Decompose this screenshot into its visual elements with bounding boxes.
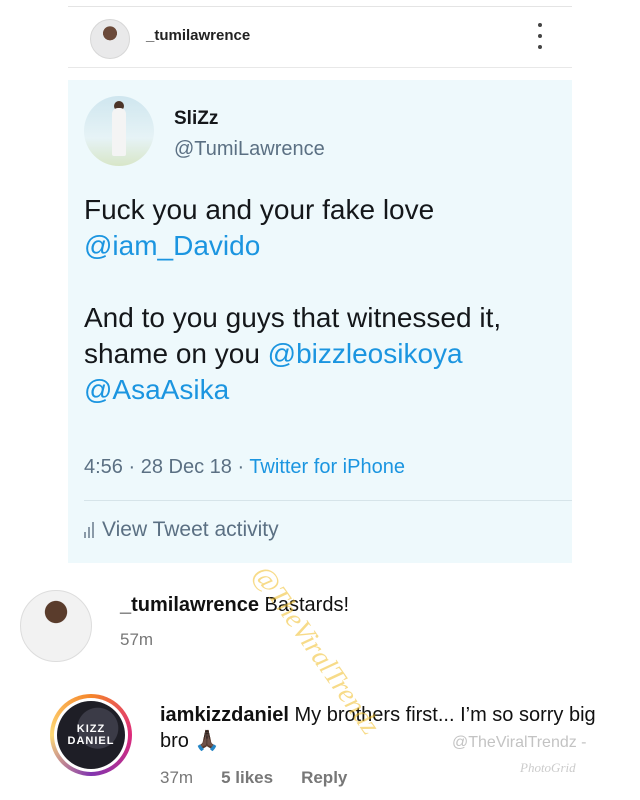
analytics-icon [84, 522, 94, 538]
tweet-display-name: SliZz [174, 108, 219, 129]
tweet-text-line-1: Fuck you and your fake love [84, 194, 435, 225]
tweet-author-avatar [84, 96, 154, 166]
tweet-screenshot: SliZz @TumiLawrence Fuck you and your fa… [68, 80, 572, 563]
tweet-mention-asaasika: @AsaAsika [84, 374, 230, 405]
watermark: @TheViralTrendz - [452, 734, 587, 751]
tweet-mention-davido: @iam_Davido [84, 230, 261, 261]
view-tweet-activity: View Tweet activity [84, 518, 279, 542]
comment-likes[interactable]: 5 likes [221, 768, 273, 788]
post-author-avatar[interactable] [90, 19, 130, 59]
tweet-time: 4:56 [84, 456, 123, 478]
comment-meta: 37m 5 likes Reply [160, 768, 347, 788]
comment-avatar[interactable] [20, 590, 92, 662]
tweet-meta: 4:56 · 28 Dec 18 · Twitter for iPhone [84, 456, 405, 478]
tweet-mention-bizzleosikoya: @bizzleosikoya [267, 338, 463, 369]
tweet-source: Twitter for iPhone [249, 456, 405, 478]
tweet-divider [84, 500, 572, 501]
more-options-icon[interactable] [536, 23, 544, 49]
post-author-username[interactable]: _tumilawrence [146, 27, 250, 44]
comment-meta: 57m [120, 630, 153, 650]
avatar-logo-text: KIZZ [76, 723, 106, 735]
tweet-date: 28 Dec 18 [140, 456, 232, 478]
view-tweet-activity-label: View Tweet activity [102, 518, 279, 541]
tweet-handle: @TumiLawrence [174, 138, 325, 160]
comment-text: _tumilawrence Bastards! [120, 592, 349, 618]
reply-button[interactable]: Reply [301, 768, 347, 788]
comment-username[interactable]: iamkizzdaniel [160, 704, 289, 726]
comment-avatar[interactable]: KIZZ DANIEL [50, 694, 132, 776]
comment-time: 37m [160, 768, 194, 787]
tweet-text: Fuck you and your fake love @iam_Davido … [84, 192, 564, 408]
comment-time: 57m [120, 630, 154, 649]
post-header: _tumilawrence [68, 6, 572, 68]
avatar-logo-text: DANIEL [67, 735, 115, 747]
watermark: PhotoGrid [520, 760, 576, 775]
comment-username[interactable]: _tumilawrence [120, 594, 259, 616]
